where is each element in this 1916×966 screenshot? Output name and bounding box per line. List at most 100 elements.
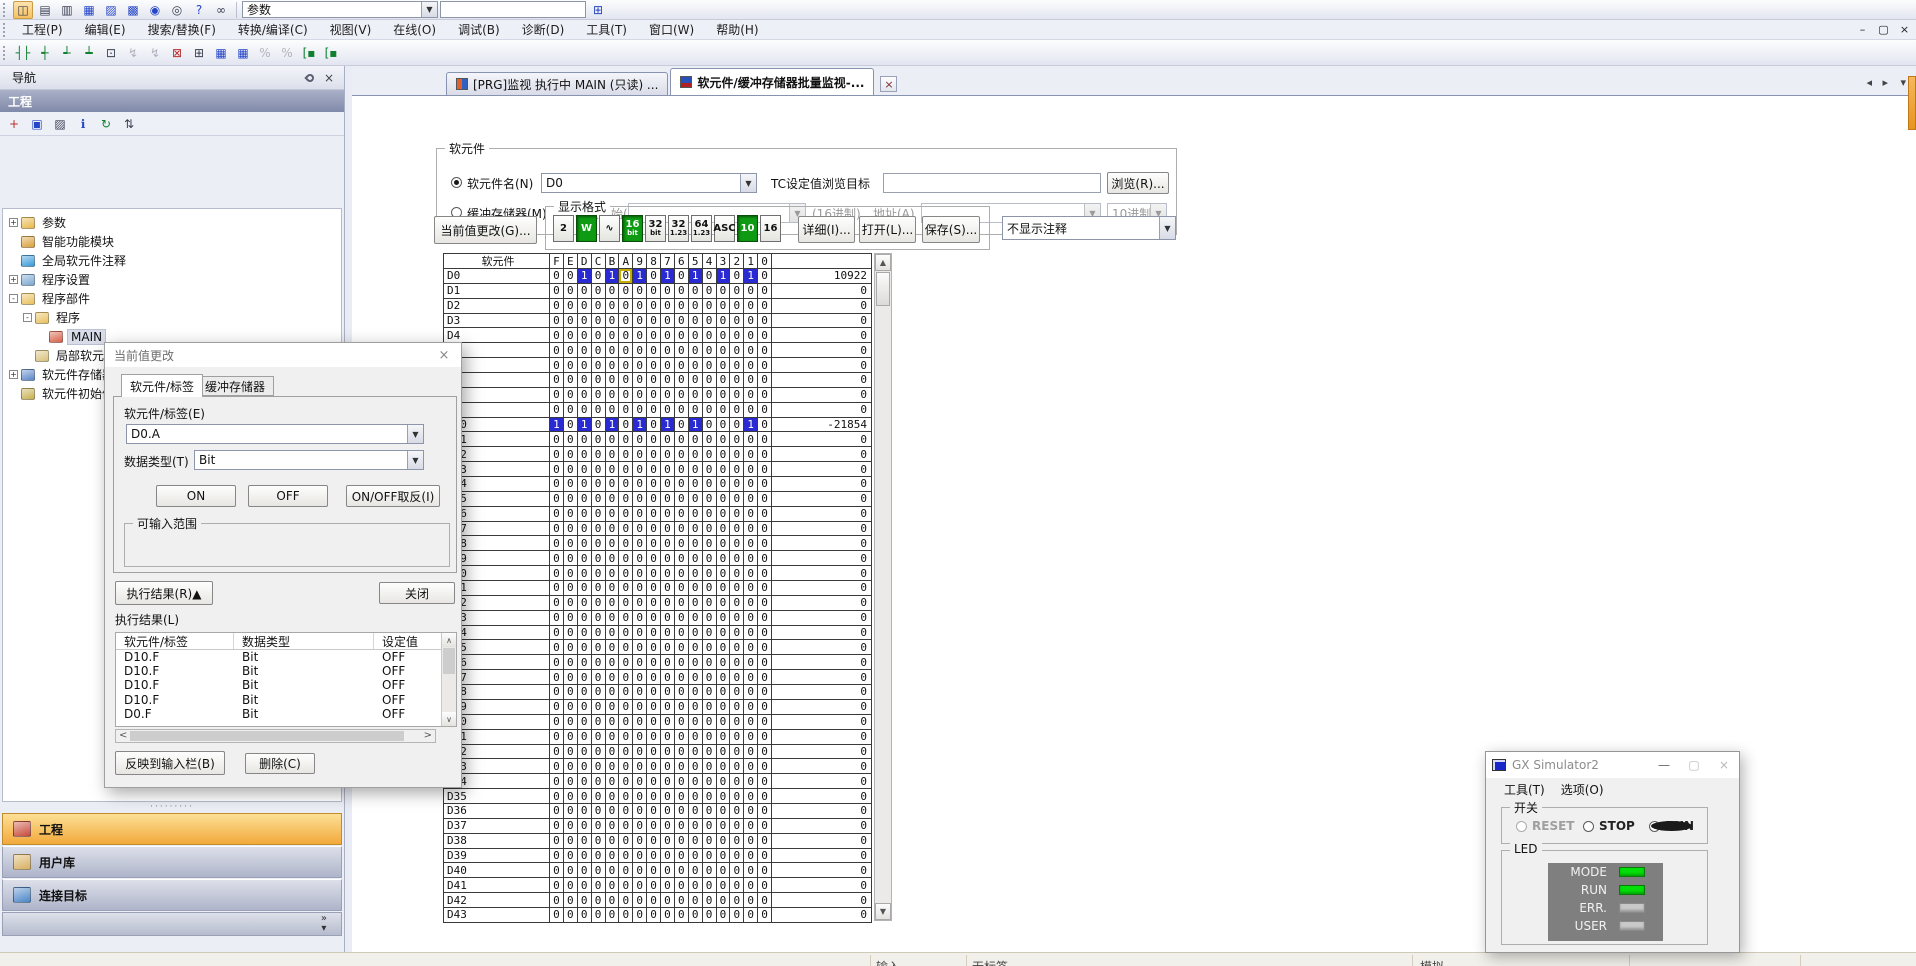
bit-cell[interactable]: 0 bbox=[633, 596, 647, 611]
bit-cell[interactable]: 0 bbox=[744, 447, 758, 462]
scroll-left-icon[interactable]: < bbox=[119, 730, 127, 741]
bit-cell[interactable]: 0 bbox=[675, 611, 689, 626]
bit-cell[interactable]: 0 bbox=[730, 789, 744, 804]
bit-cell[interactable]: 0 bbox=[758, 432, 772, 447]
tree-item[interactable]: - 程序部件 bbox=[3, 289, 341, 308]
bit-cell[interactable]: 0 bbox=[647, 403, 661, 418]
bit-cell[interactable]: 0 bbox=[661, 670, 675, 685]
bit-cell[interactable]: 0 bbox=[730, 670, 744, 685]
bit-cell[interactable]: 0 bbox=[744, 566, 758, 581]
bit-cell[interactable]: 0 bbox=[703, 432, 717, 447]
bit-cell[interactable]: 0 bbox=[592, 507, 606, 522]
sort-icon[interactable]: ⇅ bbox=[119, 115, 139, 133]
bit-cell[interactable]: 0 bbox=[744, 789, 758, 804]
bit-cell[interactable]: 0 bbox=[647, 789, 661, 804]
result-row[interactable]: D0.F Bit OFF bbox=[116, 707, 456, 721]
grid-monitor-icon[interactable]: ⊞ bbox=[189, 44, 209, 62]
bit-cell[interactable]: 0 bbox=[703, 908, 717, 923]
tab-prg-monitor[interactable]: [PRG]监视 执行中 MAIN (只读) ... bbox=[446, 72, 668, 95]
bit-cell[interactable]: 0 bbox=[703, 626, 717, 641]
format-32real-button[interactable]: 32 1.23 bbox=[668, 215, 689, 242]
bit-cell[interactable]: 0 bbox=[661, 536, 675, 551]
bit-cell[interactable]: 0 bbox=[633, 685, 647, 700]
bit-cell[interactable]: 0 bbox=[633, 640, 647, 655]
bit-cell[interactable]: 0 bbox=[647, 328, 661, 343]
bit-cell[interactable]: 0 bbox=[661, 893, 675, 908]
bit-cell[interactable]: 0 bbox=[758, 640, 772, 655]
bit-cell[interactable]: 0 bbox=[564, 373, 578, 388]
bit-cell[interactable]: 0 bbox=[592, 373, 606, 388]
bit-cell[interactable]: 0 bbox=[619, 626, 633, 641]
bit-cell[interactable]: 0 bbox=[633, 492, 647, 507]
bit-cell[interactable]: 0 bbox=[744, 819, 758, 834]
bit-cell[interactable]: 0 bbox=[606, 432, 620, 447]
scrollbar-thumb[interactable] bbox=[443, 648, 455, 674]
bit-cell[interactable]: 0 bbox=[550, 522, 564, 537]
bit-cell[interactable]: 0 bbox=[633, 670, 647, 685]
bit-cell[interactable]: 0 bbox=[564, 403, 578, 418]
bit-cell[interactable]: 0 bbox=[619, 685, 633, 700]
bit-cell[interactable]: 0 bbox=[619, 373, 633, 388]
bit-cell[interactable]: 0 bbox=[619, 388, 633, 403]
bit-cell[interactable]: 0 bbox=[606, 626, 620, 641]
menu-item[interactable]: 转换/编译(C) bbox=[227, 18, 319, 41]
bit-cell[interactable]: 0 bbox=[689, 477, 703, 492]
bit-cell[interactable]: 0 bbox=[647, 566, 661, 581]
minimize-button[interactable]: — bbox=[1649, 754, 1679, 776]
bit-cell[interactable]: 0 bbox=[592, 611, 606, 626]
bit-cell[interactable]: 0 bbox=[675, 893, 689, 908]
bit-cell[interactable]: 0 bbox=[578, 284, 592, 299]
bit-cell[interactable]: 0 bbox=[633, 358, 647, 373]
bit-cell[interactable]: 0 bbox=[758, 700, 772, 715]
bit-cell[interactable]: 0 bbox=[730, 640, 744, 655]
bit-cell[interactable]: 0 bbox=[689, 878, 703, 893]
bit-cell[interactable]: 0 bbox=[717, 670, 731, 685]
bit-cell[interactable]: 0 bbox=[730, 566, 744, 581]
bit-cell[interactable]: 0 bbox=[730, 432, 744, 447]
bit-cell[interactable]: 0 bbox=[592, 522, 606, 537]
result-row[interactable]: D10.F Bit OFF bbox=[116, 664, 456, 678]
bit-cell[interactable]: 0 bbox=[730, 863, 744, 878]
bit-cell[interactable]: 0 bbox=[606, 284, 620, 299]
bit-cell[interactable]: 0 bbox=[717, 863, 731, 878]
bit-cell[interactable]: 0 bbox=[564, 863, 578, 878]
bit-cell[interactable]: 0 bbox=[550, 447, 564, 462]
bit-cell[interactable]: 0 bbox=[647, 507, 661, 522]
chevron-down-icon[interactable]: ▼ bbox=[407, 425, 423, 443]
bit-cell[interactable]: 0 bbox=[689, 507, 703, 522]
bit-cell[interactable]: 0 bbox=[703, 388, 717, 403]
bit-cell[interactable]: 0 bbox=[606, 343, 620, 358]
bit-cell[interactable]: 0 bbox=[758, 536, 772, 551]
bit-cell[interactable]: 0 bbox=[703, 343, 717, 358]
bit-cell[interactable]: 0 bbox=[758, 863, 772, 878]
bit-cell[interactable]: 0 bbox=[661, 878, 675, 893]
bit-cell[interactable]: 0 bbox=[717, 328, 731, 343]
bit-cell[interactable]: 0 bbox=[592, 834, 606, 849]
dialog-close-button[interactable]: 关闭 bbox=[379, 582, 455, 604]
bit-cell[interactable]: 0 bbox=[564, 670, 578, 685]
bit-cell[interactable]: 0 bbox=[703, 670, 717, 685]
bit-cell[interactable]: 0 bbox=[703, 730, 717, 745]
bit-cell[interactable]: 0 bbox=[578, 759, 592, 774]
bit-cell[interactable]: 0 bbox=[647, 685, 661, 700]
bit-cell[interactable]: 0 bbox=[703, 789, 717, 804]
bit-cell[interactable]: 0 bbox=[675, 596, 689, 611]
bit-cell[interactable]: 0 bbox=[550, 328, 564, 343]
bit-cell[interactable]: 0 bbox=[703, 715, 717, 730]
bit-cell[interactable]: 0 bbox=[564, 655, 578, 670]
bit-cell[interactable]: 0 bbox=[717, 581, 731, 596]
bit-cell[interactable]: 0 bbox=[619, 581, 633, 596]
bit-cell[interactable]: 0 bbox=[592, 849, 606, 864]
bit-cell[interactable]: 0 bbox=[578, 745, 592, 760]
bit-cell[interactable]: 0 bbox=[758, 655, 772, 670]
bit-cell[interactable]: 0 bbox=[717, 626, 731, 641]
format-decimal-button[interactable]: 10 bbox=[737, 215, 758, 242]
bit-cell[interactable]: 0 bbox=[619, 908, 633, 923]
bit-cell[interactable]: 0 bbox=[758, 299, 772, 314]
bit-cell[interactable]: 0 bbox=[633, 819, 647, 834]
bit-cell[interactable]: 0 bbox=[675, 358, 689, 373]
bit-cell[interactable]: 1 bbox=[578, 418, 592, 433]
bit-cell[interactable]: 0 bbox=[730, 626, 744, 641]
bit-cell[interactable]: 0 bbox=[675, 730, 689, 745]
bit-cell[interactable]: 0 bbox=[564, 596, 578, 611]
